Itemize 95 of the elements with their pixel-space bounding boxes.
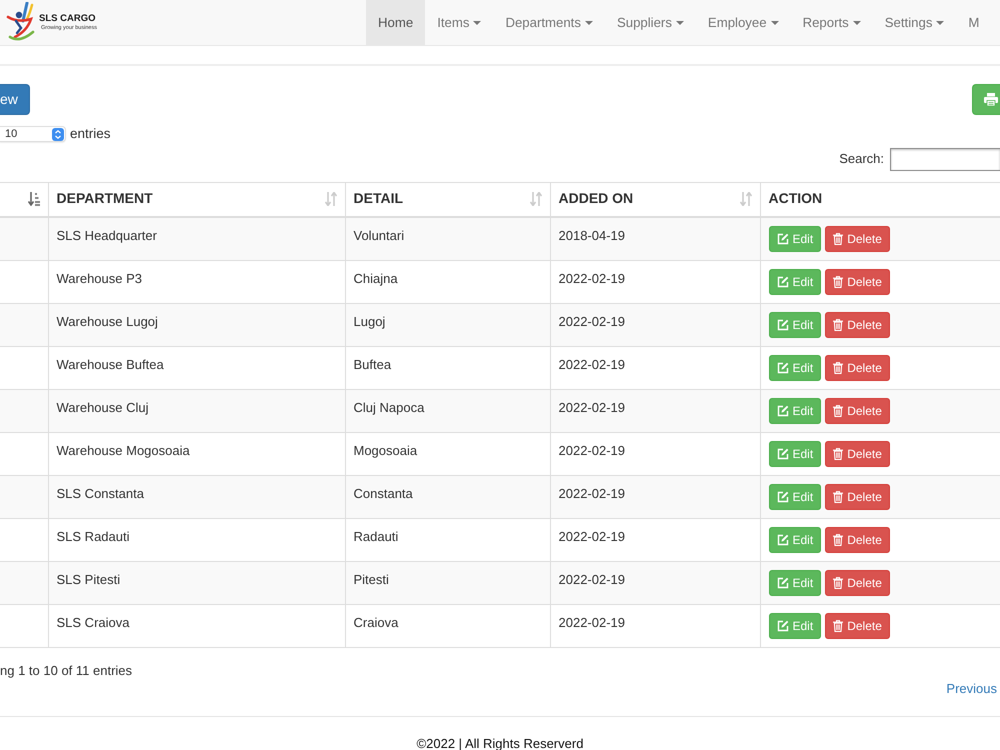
nav-link[interactable]: Items [425, 0, 494, 45]
edit-icon [776, 534, 788, 546]
table-cell: Voluntari [345, 216, 550, 260]
entries-select[interactable]: 10 [0, 126, 66, 142]
table-cell: 2022-02-19 [550, 518, 760, 561]
footer-text: ©2022 | All Rights Reserverd [416, 736, 584, 750]
table-cell: Cluj Napoca [345, 389, 550, 432]
previous-link[interactable]: Previous [946, 680, 1000, 698]
edit-button[interactable]: Edit [768, 268, 822, 294]
table-cell: Warehouse Cluj [48, 389, 345, 432]
edit-icon [776, 576, 788, 588]
brand-name: SLS CARGO [39, 14, 96, 25]
trash-icon [833, 448, 844, 460]
table-cell: Constanta [345, 475, 550, 518]
table-cell: Pitesti [345, 561, 550, 604]
table-cell: Warehouse P3 [48, 260, 345, 303]
delete-button[interactable]: Delete [825, 612, 890, 638]
edit-button[interactable]: Edit [768, 570, 822, 596]
table-cell: 2022-02-19 [550, 346, 760, 389]
search-field[interactable] [890, 148, 1000, 171]
table-cell: 2022-02-19 [550, 260, 760, 303]
nav-link[interactable]: Suppliers [604, 0, 696, 45]
edit-icon [776, 232, 788, 244]
delete-button[interactable]: Delete [825, 440, 890, 466]
trash-icon [833, 534, 844, 546]
table-cell: 2022-02-19 [550, 604, 760, 647]
table-cell: 2022-02-19 [550, 389, 760, 432]
add-button[interactable]: ew [0, 84, 30, 115]
table-cell: Lugoj [345, 303, 550, 346]
table-cell: 2022-02-19 [550, 432, 760, 475]
column-header[interactable]: DEPARTMENT [48, 182, 345, 216]
table-info: ng 1 to 10 of 11 entries [0, 662, 132, 680]
table-cell: 2022-02-19 [550, 561, 760, 604]
trash-icon [833, 318, 844, 330]
trash-icon [833, 620, 844, 632]
table-cell: Buftea [345, 346, 550, 389]
nav-link[interactable]: M [956, 0, 982, 45]
edit-icon [776, 318, 788, 330]
trash-icon [833, 232, 844, 244]
column-header[interactable]: ADDED ON [550, 182, 760, 216]
table-cell: 2018-04-19 [550, 216, 760, 260]
sort-ascending-icon[interactable] [28, 192, 40, 206]
edit-button[interactable]: Edit [768, 354, 822, 380]
edit-button[interactable]: Edit [768, 612, 822, 638]
table-cell: SLS Radauti [48, 518, 345, 561]
table-cell: Radauti [345, 518, 550, 561]
edit-icon [776, 448, 788, 460]
table-cell: 2022-02-19 [550, 475, 760, 518]
entries-label: entries [70, 125, 111, 144]
edit-button[interactable]: Edit [768, 440, 822, 466]
nav-link[interactable]: Employee [696, 0, 791, 45]
edit-button[interactable]: Edit [768, 526, 822, 552]
table-cell: Chiajna [345, 260, 550, 303]
trash-icon [833, 276, 844, 288]
table-cell: Mogosoaia [345, 432, 550, 475]
edit-button[interactable]: Edit [768, 226, 822, 252]
table-cell: Warehouse Mogosoaia [48, 432, 345, 475]
trash-icon [833, 576, 844, 588]
edit-button[interactable]: Edit [768, 484, 822, 510]
trash-icon [833, 362, 844, 374]
print-button[interactable] [972, 84, 1000, 115]
edit-icon [776, 404, 788, 416]
nav-link[interactable]: Home [366, 0, 426, 45]
table-cell: SLS Headquarter [48, 216, 345, 260]
delete-button[interactable]: Delete [825, 354, 890, 380]
nav-link[interactable]: Settings [872, 0, 956, 45]
delete-button[interactable]: Delete [825, 226, 890, 252]
table-cell: Craiova [345, 604, 550, 647]
delete-button[interactable]: Delete [825, 570, 890, 596]
delete-button[interactable]: Delete [825, 526, 890, 552]
edit-icon [776, 620, 788, 632]
edit-icon [776, 362, 788, 374]
printer-icon [984, 93, 998, 106]
search-label: Search: [839, 150, 884, 168]
table-cell: SLS Craiova [48, 604, 345, 647]
table-cell: SLS Constanta [48, 475, 345, 518]
table-cell: 2022-02-19 [550, 303, 760, 346]
edit-icon [776, 276, 788, 288]
table-cell: Warehouse Buftea [48, 346, 345, 389]
delete-button[interactable]: Delete [825, 398, 890, 424]
nav-link[interactable]: Departments [493, 0, 605, 45]
trash-icon [833, 490, 844, 502]
table-cell: Warehouse Lugoj [48, 303, 345, 346]
edit-button[interactable]: Edit [768, 312, 822, 338]
edit-icon [776, 490, 788, 502]
edit-button[interactable]: Edit [768, 398, 822, 424]
column-header[interactable]: DETAIL [345, 182, 550, 216]
delete-button[interactable]: Delete [825, 268, 890, 294]
column-header: ACTION [760, 182, 1000, 216]
nav-link[interactable]: Reports [790, 0, 873, 45]
stepper-icon [52, 128, 64, 140]
delete-button[interactable]: Delete [825, 312, 890, 338]
trash-icon [833, 404, 844, 416]
delete-button[interactable]: Delete [825, 484, 890, 510]
table-cell: SLS Pitesti [48, 561, 345, 604]
